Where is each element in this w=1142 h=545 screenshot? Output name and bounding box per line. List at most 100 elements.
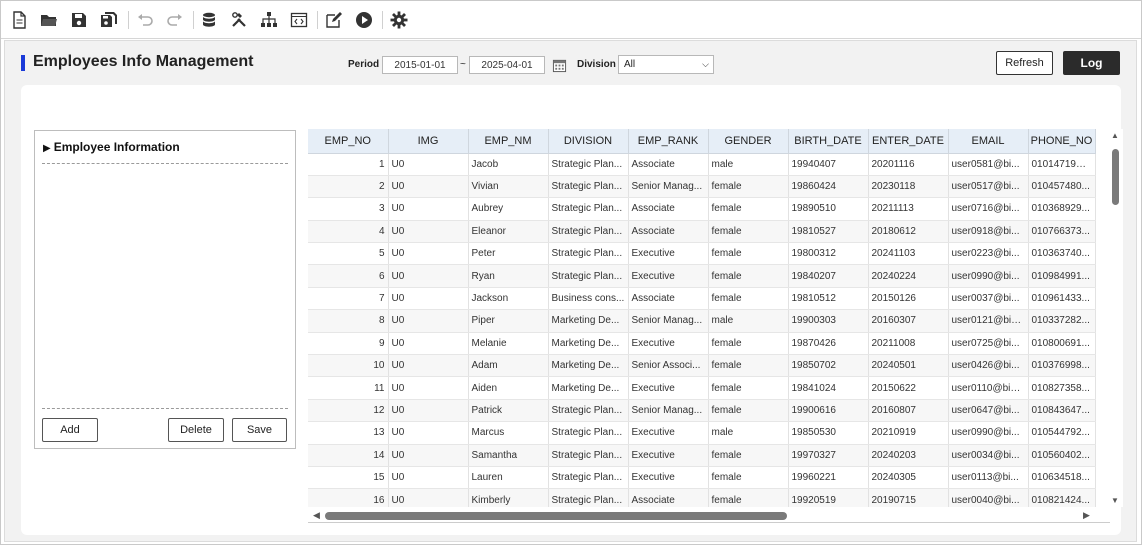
- cell-emp-no[interactable]: 4: [308, 220, 389, 244]
- table-row[interactable]: 13 U0 Marcus Strategic Plan... Executive male…: [308, 421, 1096, 445]
- cell-phone-no[interactable]: 010363740...: [1028, 242, 1096, 266]
- cell-division[interactable]: Strategic Plan...: [548, 488, 629, 507]
- cell-gender[interactable]: female: [708, 488, 789, 507]
- cell-emp-rank[interactable]: Executive: [628, 264, 709, 288]
- open-folder-icon[interactable]: [38, 9, 60, 31]
- calendar-icon[interactable]: [550, 56, 568, 74]
- cell-enter-date[interactable]: 20230118: [868, 175, 949, 199]
- cell-gender[interactable]: female: [708, 264, 789, 288]
- table-row[interactable]: 10 U0 Adam Marketing De... Senior Associ... f…: [308, 354, 1096, 378]
- cell-phone-no[interactable]: 010544792...: [1028, 421, 1096, 445]
- column-header-birth-date[interactable]: BIRTH_DATE: [788, 129, 869, 154]
- cell-phone-no[interactable]: 010560402...: [1028, 444, 1096, 467]
- save-all-icon[interactable]: [98, 9, 120, 31]
- cell-division[interactable]: Strategic Plan...: [548, 466, 629, 490]
- cell-division[interactable]: Strategic Plan...: [548, 175, 629, 199]
- table-row[interactable]: 8 U0 Piper Marketing De... Senior Manag... ma…: [308, 309, 1096, 333]
- cell-enter-date[interactable]: 20150622: [868, 376, 949, 400]
- cell-emp-nm[interactable]: Ryan: [468, 264, 549, 288]
- cell-division[interactable]: Strategic Plan...: [548, 444, 629, 467]
- cell-img[interactable]: U0: [388, 444, 469, 467]
- cell-gender[interactable]: female: [708, 287, 789, 311]
- save-button[interactable]: Save: [232, 418, 287, 442]
- cell-gender[interactable]: female: [708, 444, 789, 467]
- cell-emp-rank[interactable]: Executive: [628, 421, 709, 445]
- cell-emp-rank[interactable]: Executive: [628, 242, 709, 266]
- cell-gender[interactable]: male: [708, 421, 789, 445]
- cell-img[interactable]: U0: [388, 332, 469, 356]
- settings-icon[interactable]: [388, 9, 410, 31]
- cell-email[interactable]: user0223@bi...: [948, 242, 1029, 266]
- cell-img[interactable]: U0: [388, 466, 469, 490]
- column-header-emp-nm[interactable]: EMP_NM: [468, 129, 549, 154]
- cell-img[interactable]: U0: [388, 309, 469, 333]
- cell-emp-nm[interactable]: Eleanor: [468, 220, 549, 244]
- cell-phone-no[interactable]: 010634518...: [1028, 466, 1096, 490]
- table-row[interactable]: 12 U0 Patrick Strategic Plan... Senior Manag…: [308, 399, 1096, 423]
- cell-enter-date[interactable]: 20160307: [868, 309, 949, 333]
- cell-birth-date[interactable]: 19850702: [788, 354, 869, 378]
- table-row[interactable]: 9 U0 Melanie Marketing De... Executive female…: [308, 332, 1096, 356]
- cell-division[interactable]: Strategic Plan...: [548, 242, 629, 266]
- column-header-gender[interactable]: GENDER: [708, 129, 789, 154]
- cell-gender[interactable]: female: [708, 376, 789, 400]
- cell-division[interactable]: Strategic Plan...: [548, 197, 629, 221]
- column-header-emp-rank[interactable]: EMP_RANK: [628, 129, 709, 154]
- cell-phone-no[interactable]: 010368929...: [1028, 197, 1096, 221]
- cell-emp-no[interactable]: 1: [308, 153, 389, 176]
- cell-emp-nm[interactable]: Piper: [468, 309, 549, 333]
- cell-img[interactable]: U0: [388, 220, 469, 244]
- cell-gender[interactable]: female: [708, 399, 789, 423]
- column-header-division[interactable]: DIVISION: [548, 129, 629, 154]
- redo-icon[interactable]: [164, 9, 186, 31]
- cell-enter-date[interactable]: 20190715: [868, 488, 949, 507]
- cell-emp-rank[interactable]: Senior Manag...: [628, 175, 709, 199]
- cell-email[interactable]: user0918@bi...: [948, 220, 1029, 244]
- cell-gender[interactable]: female: [708, 220, 789, 244]
- column-header-phone-no[interactable]: PHONE_NO: [1028, 129, 1096, 154]
- cell-division[interactable]: Marketing De...: [548, 376, 629, 400]
- column-header-email[interactable]: EMAIL: [948, 129, 1029, 154]
- cell-emp-no[interactable]: 3: [308, 197, 389, 221]
- cell-email[interactable]: user0990@bi...: [948, 421, 1029, 445]
- cell-emp-rank[interactable]: Executive: [628, 466, 709, 490]
- cell-division[interactable]: Strategic Plan...: [548, 399, 629, 423]
- cell-emp-rank[interactable]: Associate: [628, 220, 709, 244]
- cell-emp-rank[interactable]: Senior Associ...: [628, 354, 709, 378]
- table-row[interactable]: 3 U0 Aubrey Strategic Plan... Associate femal…: [308, 197, 1096, 221]
- cell-birth-date[interactable]: 19870426: [788, 332, 869, 356]
- table-row[interactable]: 14 U0 Samantha Strategic Plan... Executive fe…: [308, 444, 1096, 467]
- cell-enter-date[interactable]: 20201116: [868, 153, 949, 176]
- cell-gender[interactable]: female: [708, 466, 789, 490]
- cell-emp-no[interactable]: 13: [308, 421, 389, 445]
- cell-img[interactable]: U0: [388, 175, 469, 199]
- cell-emp-rank[interactable]: Associate: [628, 153, 709, 176]
- scroll-down-icon[interactable]: ▼: [1111, 496, 1119, 505]
- cell-phone-no[interactable]: 010961433...: [1028, 287, 1096, 311]
- cell-emp-no[interactable]: 10: [308, 354, 389, 378]
- division-select[interactable]: All ⌵: [618, 55, 714, 74]
- cell-enter-date[interactable]: 20211008: [868, 332, 949, 356]
- cell-enter-date[interactable]: 20180612: [868, 220, 949, 244]
- cell-birth-date[interactable]: 19900616: [788, 399, 869, 423]
- cell-emp-no[interactable]: 8: [308, 309, 389, 333]
- column-header-img[interactable]: IMG: [388, 129, 469, 154]
- cell-emp-nm[interactable]: Jacob: [468, 153, 549, 176]
- cell-phone-no[interactable]: 010821424...: [1028, 488, 1096, 507]
- save-icon[interactable]: [68, 9, 90, 31]
- cell-email[interactable]: user0725@bi...: [948, 332, 1029, 356]
- run-icon[interactable]: [353, 9, 375, 31]
- undo-icon[interactable]: [134, 9, 156, 31]
- cell-phone-no[interactable]: 010766373...: [1028, 220, 1096, 244]
- cell-img[interactable]: U0: [388, 287, 469, 311]
- cell-division[interactable]: Marketing De...: [548, 332, 629, 356]
- cell-enter-date[interactable]: 20240224: [868, 264, 949, 288]
- scroll-left-icon[interactable]: ◀: [313, 510, 320, 521]
- cell-emp-no[interactable]: 12: [308, 399, 389, 423]
- cell-enter-date[interactable]: 20241103: [868, 242, 949, 266]
- cell-enter-date[interactable]: 20211113: [868, 197, 949, 221]
- cell-phone-no[interactable]: 010337282...: [1028, 309, 1096, 333]
- cell-emp-nm[interactable]: Adam: [468, 354, 549, 378]
- edit-icon[interactable]: [323, 9, 345, 31]
- cell-email[interactable]: user0110@bim...: [948, 376, 1029, 400]
